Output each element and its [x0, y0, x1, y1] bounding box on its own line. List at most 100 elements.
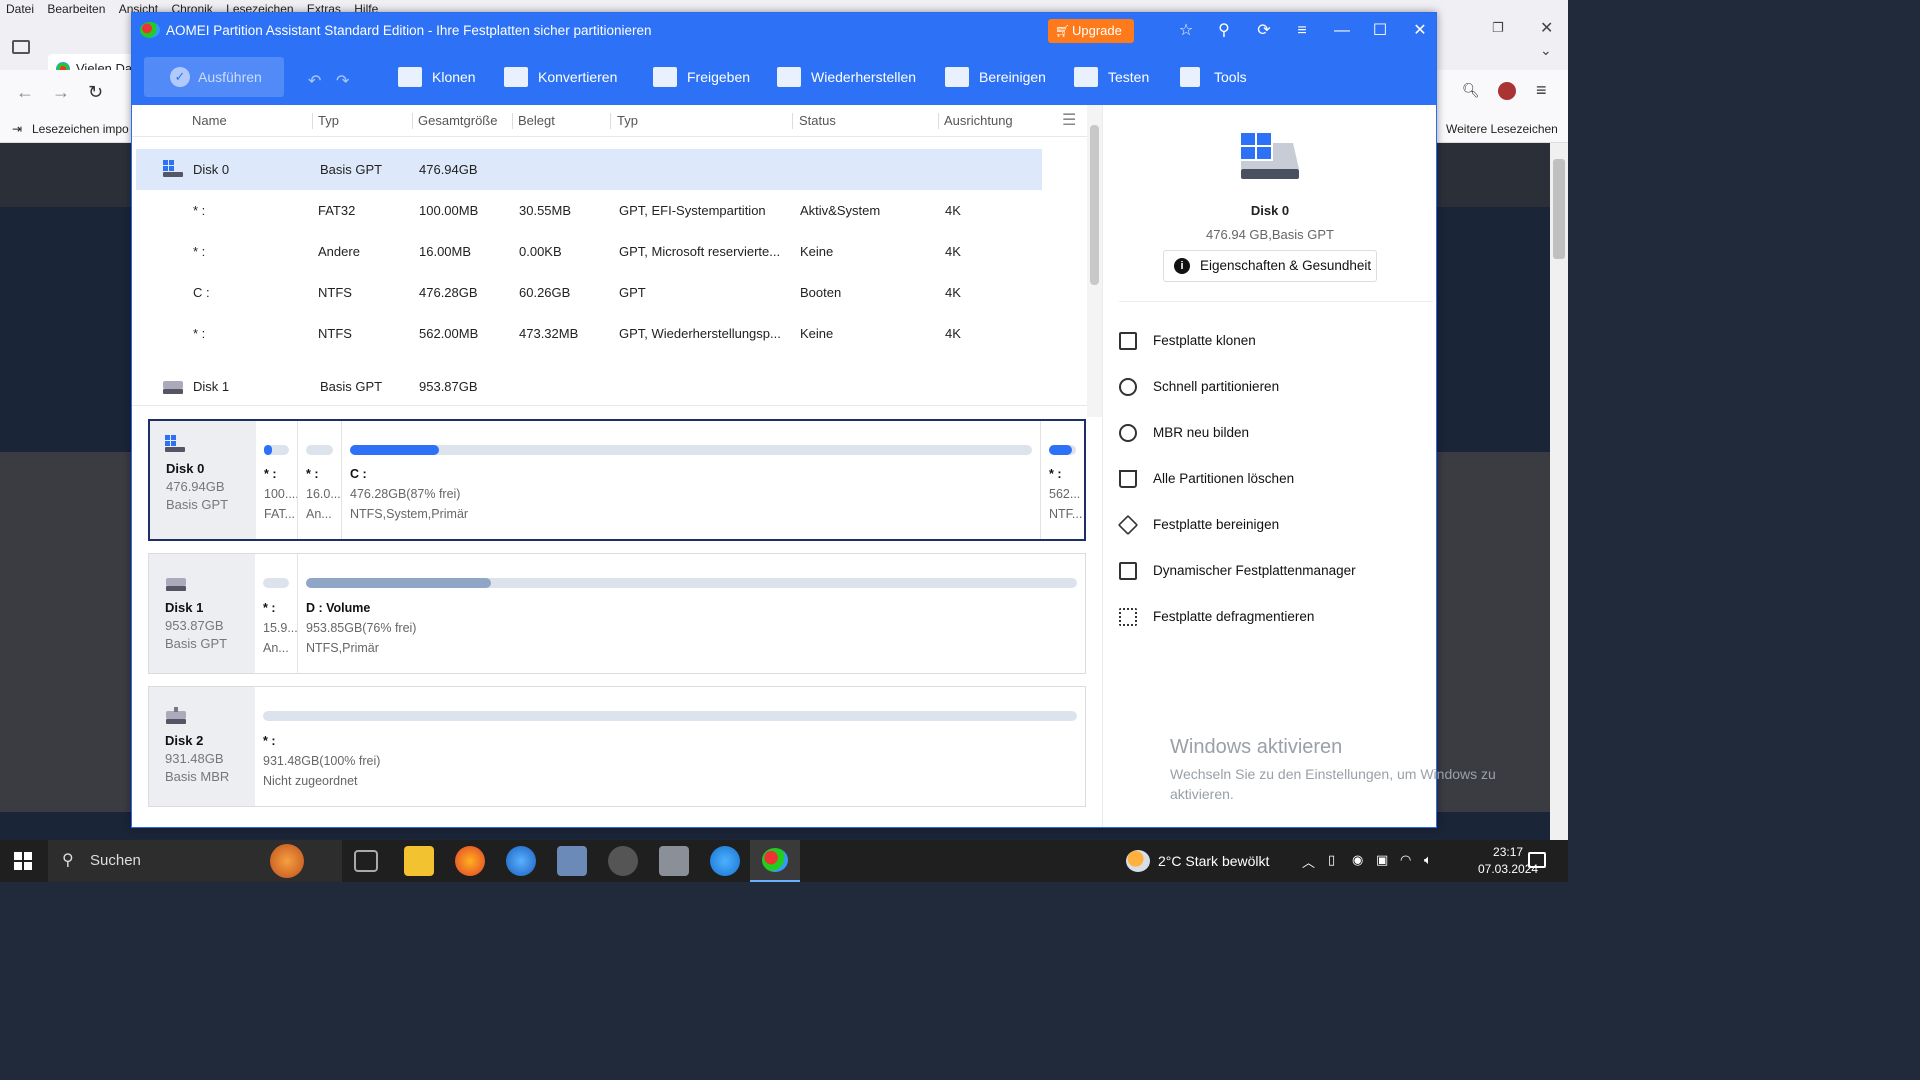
- col-align[interactable]: Ausrichtung: [944, 105, 1013, 137]
- extension-icon[interactable]: [1498, 82, 1516, 100]
- back-icon[interactable]: ←: [16, 82, 34, 103]
- bookmark-more[interactable]: Weitere Lesezeichen: [1446, 122, 1558, 136]
- table-row[interactable]: Disk 0 Basis GPT 476.94GB: [136, 149, 1042, 190]
- row-size: 562.00MB: [419, 326, 479, 341]
- web-scroll-thumb[interactable]: [1553, 159, 1565, 259]
- col-status[interactable]: Status: [799, 105, 836, 137]
- partition-block[interactable]: C : 476.28GB(87% frei) NTFS,System,Primä…: [342, 421, 1041, 539]
- taskbar-aomei-active[interactable]: [750, 840, 800, 882]
- network-app-icon[interactable]: [710, 846, 740, 876]
- disk-map-disk2[interactable]: Disk 2 931.48GB Basis MBR * : 931.48GB(1…: [148, 686, 1086, 807]
- table-row[interactable]: * : FAT32 100.00MB 30.55MB GPT, EFI-Syst…: [132, 190, 1038, 231]
- display-tray-icon[interactable]: ▣: [1376, 852, 1388, 868]
- run-button[interactable]: ✓ Ausführen: [144, 57, 284, 97]
- col-typ[interactable]: Typ: [318, 105, 339, 137]
- partition-block[interactable]: * : 15.9... An...: [255, 554, 298, 673]
- tray-chevron-up-icon[interactable]: ︿: [1302, 852, 1315, 871]
- weather-widget[interactable]: 2°C Stark bewölkt: [1126, 840, 1269, 882]
- check-icon: ✓: [170, 67, 190, 87]
- partition-block[interactable]: * : 16.0... An...: [298, 421, 342, 539]
- favorite-star-icon[interactable]: ☆: [1174, 19, 1198, 43]
- browser-close-icon[interactable]: ✕: [1540, 18, 1553, 38]
- row-align: 4K: [945, 203, 961, 218]
- upgrade-button[interactable]: 🛒︎ Upgrade: [1048, 19, 1134, 43]
- col-separator[interactable]: [792, 113, 793, 129]
- explorer-icon[interactable]: [404, 846, 434, 876]
- web-scrollbar[interactable]: [1550, 143, 1568, 840]
- app-menu-icon[interactable]: ≡: [1290, 19, 1314, 43]
- menu-bearbeiten[interactable]: Bearbeiten: [47, 0, 105, 18]
- op-festplatte-klonen[interactable]: Festplatte klonen: [1119, 326, 1419, 356]
- forward-icon[interactable]: →: [52, 82, 70, 103]
- browser-restore-icon[interactable]: ❐: [1492, 20, 1504, 36]
- splitter[interactable]: [132, 405, 1087, 406]
- tab-overview-icon[interactable]: [12, 40, 30, 54]
- lock-app-icon[interactable]: [608, 846, 638, 876]
- notification-icon[interactable]: [1528, 852, 1546, 868]
- partition-block[interactable]: * : 931.48GB(100% frei) Nicht zugeordnet: [255, 687, 1085, 806]
- thunderbird-icon[interactable]: [506, 846, 536, 876]
- tool-label: Konvertieren: [538, 69, 618, 85]
- partition-block[interactable]: D : Volume 953.85GB(76% frei) NTFS,Primä…: [298, 554, 1085, 673]
- col-separator[interactable]: [938, 113, 939, 129]
- op-dynamischer-festplattenmanager[interactable]: Dynamischer Festplattenmanager: [1119, 556, 1419, 586]
- partition-block[interactable]: * : 562... NTF...: [1041, 421, 1084, 539]
- firefox-icon[interactable]: [455, 846, 485, 876]
- col-ptype[interactable]: Typ: [617, 105, 638, 137]
- tool-freigeben[interactable]: Freigeben: [653, 57, 750, 97]
- op-mbr-neu-bilden[interactable]: MBR neu bilden: [1119, 418, 1419, 448]
- table-row[interactable]: Disk 1 Basis GPT 953.87GB: [132, 366, 1038, 407]
- col-separator[interactable]: [412, 113, 413, 129]
- tool-wiederherstellen[interactable]: Wiederherstellen: [777, 57, 916, 97]
- col-size[interactable]: Gesamtgröße: [418, 105, 497, 137]
- wipe-icon: [945, 67, 969, 87]
- menu-datei[interactable]: Datei: [6, 0, 34, 18]
- tool-bereinigen[interactable]: Bereinigen: [945, 57, 1046, 97]
- table-scroll-thumb[interactable]: [1090, 125, 1099, 285]
- disk-map-disk1[interactable]: Disk 1 953.87GB Basis GPT * : 15.9... An…: [148, 553, 1086, 674]
- col-name[interactable]: Name: [192, 105, 227, 137]
- column-settings-icon[interactable]: ☰: [1062, 105, 1076, 137]
- table-row[interactable]: * : NTFS 562.00MB 473.32MB GPT, Wiederhe…: [132, 313, 1038, 354]
- op-schnell-partitionieren[interactable]: Schnell partitionieren: [1119, 372, 1419, 402]
- op-festplatte-bereinigen[interactable]: Festplatte bereinigen: [1117, 510, 1419, 540]
- usb-tray-icon[interactable]: ▯: [1328, 852, 1335, 868]
- bookmark-import[interactable]: Lesezeichen impo: [32, 122, 129, 136]
- redo-icon[interactable]: ↷: [336, 71, 349, 91]
- properties-health-button[interactable]: i Eigenschaften & Gesundheit: [1163, 250, 1377, 282]
- webcam-tray-icon[interactable]: ◉: [1352, 852, 1363, 868]
- maximize-icon[interactable]: ☐: [1368, 19, 1392, 43]
- undo-icon[interactable]: ↶: [308, 71, 321, 91]
- share-icon[interactable]: ⚲: [1212, 19, 1236, 43]
- selected-disk-info: 476.94 GB,Basis GPT: [1206, 227, 1334, 242]
- taskbar-search[interactable]: ⚲ Suchen: [48, 840, 342, 882]
- tool-klonen[interactable]: Klonen: [398, 57, 476, 97]
- tab-list-chevron-icon[interactable]: ⌄: [1540, 42, 1552, 59]
- tool-konvertieren[interactable]: Konvertieren: [504, 57, 617, 97]
- col-separator[interactable]: [512, 113, 513, 129]
- col-separator[interactable]: [610, 113, 611, 129]
- reload-icon[interactable]: ↻: [88, 82, 103, 103]
- browser-search-icon[interactable]: 🔍︎: [1462, 82, 1480, 99]
- partition-block[interactable]: * : 100.... FAT...: [256, 421, 298, 539]
- table-row[interactable]: C : NTFS 476.28GB 60.26GB GPT Booten 4K: [132, 272, 1038, 313]
- browser-menu-icon[interactable]: ≡: [1536, 80, 1547, 101]
- disk-map-disk0[interactable]: Disk 0 476.94GB Basis GPT * : 100.... FA…: [148, 419, 1086, 541]
- windows-start-icon[interactable]: [14, 852, 32, 870]
- volume-tray-icon[interactable]: 🔈︎: [1424, 852, 1432, 868]
- minimize-icon[interactable]: —: [1330, 19, 1354, 43]
- table-scrollbar[interactable]: [1087, 105, 1102, 417]
- refresh-icon[interactable]: ⟳: [1252, 19, 1276, 43]
- task-view-icon[interactable]: [354, 850, 378, 872]
- table-row[interactable]: * : Andere 16.00MB 0.00KB GPT, Microsoft…: [132, 231, 1038, 272]
- wifi-tray-icon[interactable]: ◠: [1400, 852, 1411, 868]
- tool-tools[interactable]: Tools: [1180, 57, 1247, 97]
- col-used[interactable]: Belegt: [518, 105, 555, 137]
- op-alle-partitionen-loeschen[interactable]: Alle Partitionen löschen: [1119, 464, 1419, 494]
- close-icon[interactable]: ✕: [1408, 19, 1432, 43]
- installer-icon[interactable]: [659, 846, 689, 876]
- col-separator[interactable]: [312, 113, 313, 129]
- tool-testen[interactable]: Testen: [1074, 57, 1149, 97]
- app-icon[interactable]: [557, 846, 587, 876]
- op-festplatte-defragmentieren[interactable]: Festplatte defragmentieren: [1119, 602, 1419, 632]
